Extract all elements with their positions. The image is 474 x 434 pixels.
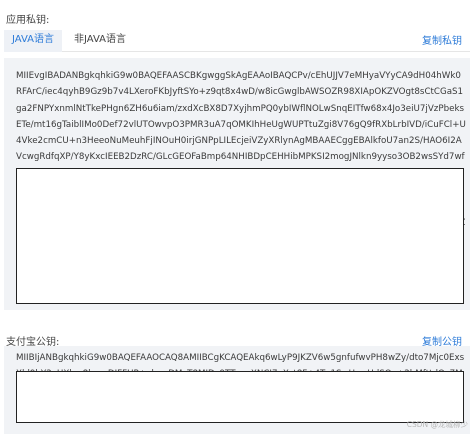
public-key-panel: MIIBIjANBgkqhkiG9w0BAQEFAAOCAQ8AMIIBCgKC… (4, 346, 470, 434)
watermark-text: CSDN @龙城柳少 (406, 420, 468, 429)
private-key-label: 应用私钥: (6, 15, 50, 26)
private-key-textarea[interactable] (16, 168, 464, 304)
tab-non-java[interactable]: 非JAVA语言 (68, 30, 132, 52)
tab-java[interactable]: JAVA语言 (4, 30, 62, 52)
copy-private-key-button[interactable]: 复制私钥 (422, 32, 462, 47)
private-key-panel: MIIEvgIBADANBgkqhkiG9w0BAQEFAASCBKgwggSk… (4, 58, 470, 310)
public-key-textarea[interactable] (16, 371, 464, 423)
language-tabs: JAVA语言 非JAVA语言 (4, 30, 470, 52)
